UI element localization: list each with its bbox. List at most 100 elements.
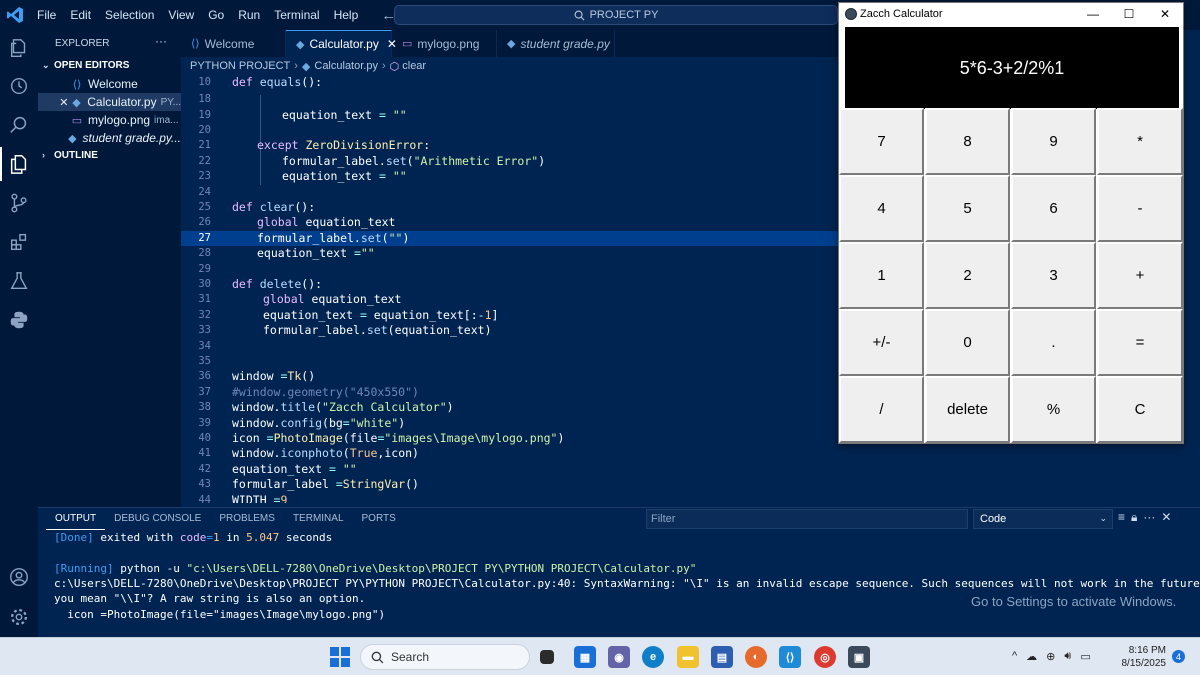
output-channel-value: Code (980, 513, 1007, 525)
menu-go[interactable]: Go (201, 0, 231, 30)
calculator-title-bar[interactable]: Zacch Calculator — ☐ ✕ (839, 3, 1183, 25)
key-add[interactable]: + (1097, 242, 1183, 309)
edge-browser-icon[interactable]: e (642, 646, 664, 668)
code-line: 39 window.config(bg="white") (181, 416, 839, 431)
menu-selection[interactable]: Selection (98, 0, 161, 30)
firefox-icon[interactable]: ◐ (745, 646, 767, 668)
menu-edit[interactable]: Edit (63, 0, 98, 30)
volume-icon[interactable]: 🔊︎ (1064, 650, 1071, 663)
python-icon: ◆ (507, 38, 516, 50)
key-equals[interactable]: = (1097, 309, 1183, 376)
menu-terminal[interactable]: Terminal (267, 0, 326, 30)
taskbar-clock[interactable]: 8:16 PM 8/15/2025 (1118, 644, 1167, 670)
output-channel-select[interactable]: Code ⌄ (973, 509, 1113, 529)
panel-tab-terminal[interactable]: TERMINAL (284, 509, 353, 529)
panel-tab-problems[interactable]: PROBLEMS (210, 509, 284, 529)
microsoft-store-icon[interactable]: ▤ (711, 646, 733, 668)
menu-run[interactable]: Run (231, 0, 267, 30)
open-editor-path: ima... (154, 114, 179, 126)
menu-help[interactable]: Help (327, 0, 366, 30)
vscode-taskbar-icon[interactable]: ⟨⟩ (779, 646, 801, 668)
key-7[interactable]: 7 (839, 108, 924, 175)
breadcrumb-file[interactable]: Calculator.py (314, 60, 378, 72)
explorer-files-icon[interactable] (7, 152, 31, 176)
panel-tab-output[interactable]: OUTPUT (46, 509, 106, 530)
key-5[interactable]: 5 (925, 175, 1010, 242)
key-subtract[interactable]: - (1097, 175, 1183, 242)
teams-chat-icon[interactable]: ◉ (608, 646, 630, 668)
line-number: 18 (198, 93, 211, 105)
testing-flask-icon[interactable] (7, 269, 31, 293)
tab-calculator[interactable]: ◆ Calculator.py ✕ (286, 30, 397, 57)
close-icon[interactable]: ✕ (1147, 3, 1183, 25)
chrome-icon[interactable]: ◎ (814, 646, 836, 668)
account-icon[interactable] (7, 565, 31, 589)
cloud-sync-icon[interactable]: ☁ (1026, 650, 1037, 663)
timeline-icon[interactable] (7, 74, 31, 98)
key-delete[interactable]: delete (925, 376, 1010, 443)
lock-icon[interactable]: 🔒︎ (1131, 510, 1137, 525)
key-8[interactable]: 8 (925, 108, 1010, 175)
tab-mylogo[interactable]: ▭ mylogo.png (392, 30, 497, 57)
close-icon[interactable]: ✕ (58, 96, 70, 109)
geometry-comment: #window.geometry("450x550") (232, 385, 419, 399)
tab-welcome[interactable]: ⟨⟩ Welcome (181, 30, 286, 57)
key-3[interactable]: 3 (1011, 242, 1096, 309)
open-editors-header[interactable]: ⌄ OPEN EDITORS (38, 56, 181, 74)
command-center-search[interactable]: PROJECT PY (394, 5, 838, 25)
open-editor-mylogo[interactable]: ▭ mylogo.png ima... (38, 111, 181, 129)
battery-icon[interactable]: ▭ (1080, 650, 1090, 663)
python-icon[interactable] (7, 308, 31, 332)
key-modulo[interactable]: % (1011, 376, 1096, 443)
taskbar-search[interactable]: Search (360, 644, 530, 670)
more-actions-icon[interactable]: ··· (1143, 510, 1155, 525)
python-app-icon[interactable]: ▣ (848, 646, 870, 668)
extensions-icon[interactable] (7, 230, 31, 254)
key-divide[interactable]: / (839, 376, 924, 443)
key-9[interactable]: 9 (1011, 108, 1096, 175)
minimize-icon[interactable]: — (1075, 3, 1111, 25)
notification-badge[interactable]: 4 (1172, 650, 1185, 663)
settings-gear-icon[interactable] (7, 605, 31, 629)
chevron-up-icon[interactable]: ^ (1012, 650, 1017, 663)
task-view-icon[interactable] (540, 650, 554, 664)
output-filter-input[interactable]: Filter (646, 509, 968, 529)
menu-view[interactable]: View (161, 0, 201, 30)
code-line: 34 (181, 339, 839, 354)
breadcrumb-symbol[interactable]: clear (402, 60, 426, 72)
panel-tab-debug-console[interactable]: DEBUG CONSOLE (105, 509, 210, 529)
calculator-display: 5*6-3+2/2%1 (845, 27, 1179, 109)
key-decimal[interactable]: . (1011, 309, 1096, 376)
key-4[interactable]: 4 (839, 175, 924, 242)
panel-tab-ports[interactable]: PORTS (353, 509, 405, 529)
open-editor-welcome[interactable]: ⟨⟩ Welcome (38, 75, 181, 93)
source-control-icon[interactable] (7, 191, 31, 215)
key-clear[interactable]: C (1097, 376, 1183, 443)
widgets-icon[interactable]: ▦ (574, 646, 596, 668)
breadcrumb-folder[interactable]: PYTHON PROJECT (190, 60, 290, 72)
explorer-icon[interactable] (7, 36, 31, 60)
search-icon[interactable] (7, 113, 31, 137)
open-editor-student-grade[interactable]: ◆ student grade.py... (38, 129, 181, 147)
code-editor[interactable]: 10 def equals(): 18 19 equation_text = "" … (181, 74, 839, 503)
file-explorer-icon[interactable]: ▬ (677, 646, 699, 668)
maximize-icon[interactable]: ☐ (1111, 3, 1147, 25)
line-number: 41 (198, 447, 211, 459)
key-2[interactable]: 2 (925, 242, 1010, 309)
search-icon (574, 10, 585, 20)
key-1[interactable]: 1 (839, 242, 924, 309)
menu-file[interactable]: File (30, 0, 63, 30)
tab-student-grade[interactable]: ◆ student grade.py (497, 30, 615, 57)
key-0[interactable]: 0 (925, 309, 1010, 376)
key-6[interactable]: 6 (1011, 175, 1096, 242)
key-plus-minus[interactable]: +/- (839, 309, 924, 376)
key-multiply[interactable]: * (1097, 108, 1183, 175)
sidebar-more-icon[interactable]: ··· (155, 34, 167, 48)
windows-start-icon[interactable] (330, 647, 350, 667)
language-globe-icon[interactable]: ⊕ (1046, 650, 1055, 663)
tab-label: student grade.py (520, 36, 610, 51)
open-editor-calculator[interactable]: ✕ ◆ Calculator.py PY... (38, 93, 181, 111)
close-panel-icon[interactable]: ✕ (1161, 510, 1171, 525)
clear-output-icon[interactable]: ≡ (1118, 510, 1125, 525)
outline-header[interactable]: › OUTLINE (38, 146, 181, 164)
